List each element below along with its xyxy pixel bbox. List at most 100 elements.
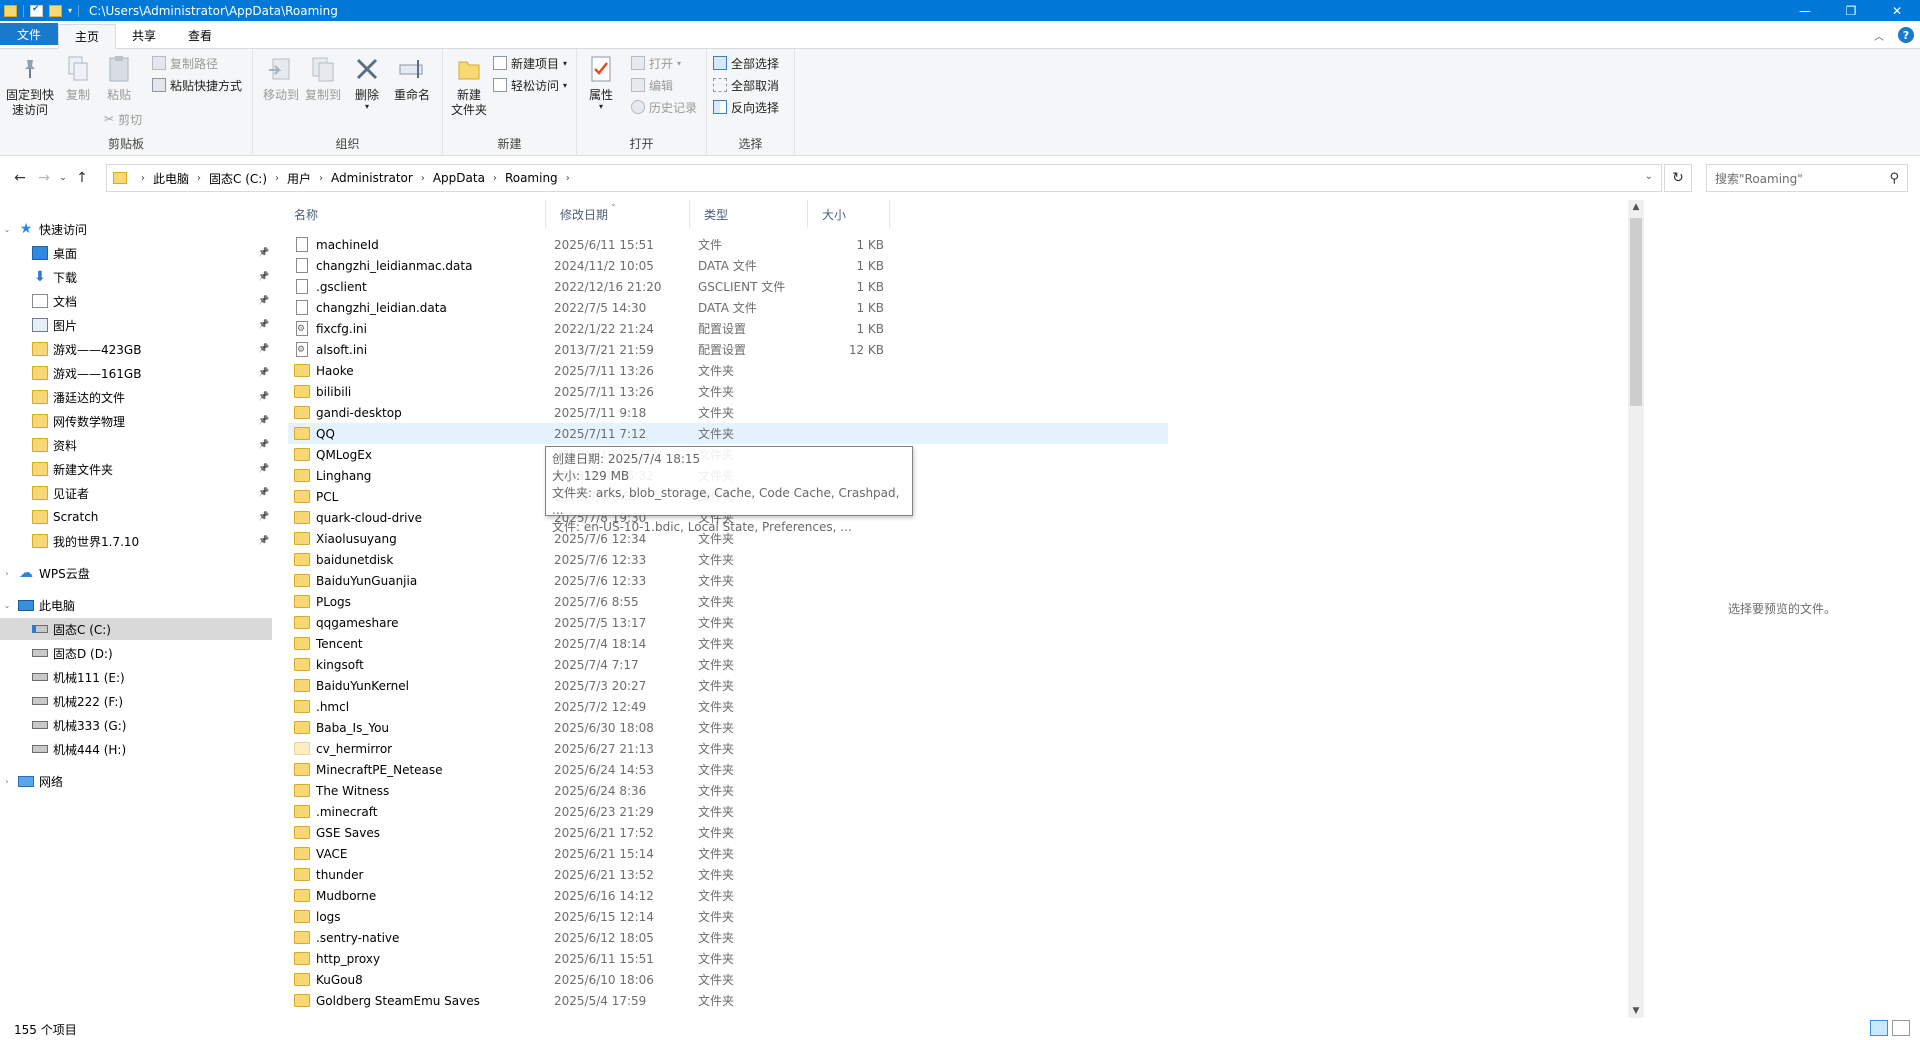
scrollbar-thumb[interactable] [1630, 218, 1642, 406]
tab-view[interactable]: 查看 [172, 23, 228, 48]
paste-button[interactable]: 粘贴 [103, 53, 135, 103]
file-row[interactable]: kingsoft 2025/7/4 7:17 文件夹 [288, 654, 1168, 675]
pin-quick-access-button[interactable]: 固定到快 速访问 [6, 53, 54, 118]
sidebar-item-pinned[interactable]: ⬇ 下载 📌 [0, 266, 272, 288]
breadcrumb-item[interactable]: Roaming [505, 171, 558, 185]
copy-button[interactable]: 复制 [62, 53, 94, 103]
back-arrow-icon[interactable]: ← [8, 170, 32, 186]
paste-shortcut-button[interactable]: 粘贴快捷方式 [152, 75, 242, 95]
file-row[interactable]: changzhi_leidian.data 2022/7/5 14:30 DATA … [288, 297, 1168, 318]
maximize-button[interactable]: ❐ [1828, 0, 1874, 21]
cut-button[interactable]: ✂ 剪切 [104, 109, 142, 129]
file-row[interactable]: Mudborne 2025/6/16 14:12 文件夹 [288, 885, 1168, 906]
sidebar-item-pinned[interactable]: 图片 📌 [0, 314, 272, 336]
chevron-right-icon[interactable]: › [141, 173, 145, 184]
file-row[interactable]: logs 2025/6/15 12:14 文件夹 [288, 906, 1168, 927]
sidebar-item-pinned[interactable]: 桌面 📌 [0, 242, 272, 264]
tab-file[interactable]: 文件 [0, 23, 59, 45]
file-row[interactable]: bilibili 2025/7/11 13:26 文件夹 [288, 381, 1168, 402]
rename-button[interactable]: 重命名 [392, 53, 432, 103]
chevron-right-icon[interactable]: › [566, 173, 570, 184]
file-row[interactable]: QQ 2025/7/11 7:12 文件夹 [288, 423, 1168, 444]
sidebar-item-drive[interactable]: 机械111 (E:) [0, 666, 272, 688]
breadcrumb-item[interactable]: Administrator [331, 171, 413, 185]
file-row[interactable]: Tencent 2025/7/4 18:14 文件夹 [288, 633, 1168, 654]
file-row[interactable]: MinecraftPE_Netease 2025/6/24 14:53 文件夹 [288, 759, 1168, 780]
sidebar-item-pinned[interactable]: 文档 📌 [0, 290, 272, 312]
file-row[interactable]: qqgameshare 2025/7/5 13:17 文件夹 [288, 612, 1168, 633]
delete-dropdown-icon[interactable]: ▾ [365, 103, 369, 111]
breadcrumb-item[interactable]: 此电脑 [153, 170, 189, 187]
chevron-right-icon[interactable]: › [275, 173, 279, 184]
tab-home[interactable]: 主页 [58, 24, 117, 49]
easy-access-button[interactable]: 轻松访问 ▾ [493, 75, 567, 95]
recent-locations-chevron-icon[interactable]: ⌄ [56, 173, 70, 183]
file-row[interactable]: KuGou8 2025/6/10 18:06 文件夹 [288, 969, 1168, 990]
file-row[interactable]: thunder 2025/6/21 13:52 文件夹 [288, 864, 1168, 885]
file-row[interactable]: BaiduYunGuanjia 2025/7/6 12:33 文件夹 [288, 570, 1168, 591]
chevron-right-icon[interactable]: › [197, 173, 201, 184]
sidebar-item-pinned[interactable]: 我的世界1.7.10 📌 [0, 530, 272, 552]
column-header-type[interactable]: 类型 [690, 200, 808, 228]
large-icons-view-icon[interactable] [1892, 1020, 1910, 1036]
file-row[interactable]: VACE 2025/6/21 15:14 文件夹 [288, 843, 1168, 864]
file-row[interactable]: cv_hermirror 2025/6/27 21:13 文件夹 [288, 738, 1168, 759]
details-view-icon[interactable] [1870, 1020, 1888, 1036]
file-row[interactable]: PLogs 2025/7/6 8:55 文件夹 [288, 591, 1168, 612]
sidebar-item-drive[interactable]: 固态C (C:) [0, 618, 272, 640]
collapse-ribbon-icon[interactable]: ︿ [1874, 28, 1884, 43]
minimize-button[interactable]: — [1782, 0, 1828, 21]
file-row[interactable]: changzhi_leidianmac.data 2024/11/2 10:05 D… [288, 255, 1168, 276]
file-row[interactable]: alsoft.ini 2013/7/21 21:59 配置设置 12 KB [288, 339, 1168, 360]
sidebar-item-pinned[interactable]: Scratch 📌 [0, 506, 272, 528]
delete-button[interactable]: 删除 ▾ [351, 53, 383, 111]
chevron-right-icon[interactable]: › [319, 173, 323, 184]
properties-dropdown-icon[interactable]: ▾ [599, 103, 603, 111]
expand-chevron-icon[interactable]: › [0, 777, 14, 786]
file-row[interactable]: Goldberg SteamEmu Saves 2025/5/4 17:59 文件夹 [288, 990, 1168, 1011]
breadcrumb-item[interactable]: 用户 [287, 170, 311, 187]
scroll-up-icon[interactable]: ▲ [1628, 202, 1644, 212]
address-bar[interactable]: › 此电脑 › 固态C (C:) › 用户 › Administrator › … [106, 164, 1662, 192]
sidebar-item-network[interactable]: › 网络 [0, 770, 272, 792]
refresh-button[interactable]: ↻ [1664, 164, 1692, 192]
sidebar-item-drive[interactable]: 机械444 (H:) [0, 738, 272, 760]
invert-selection-button[interactable]: 反向选择 [713, 97, 779, 117]
file-row[interactable]: .sentry-native 2025/6/12 18:05 文件夹 [288, 927, 1168, 948]
file-row[interactable]: baidunetdisk 2025/7/6 12:33 文件夹 [288, 549, 1168, 570]
close-button[interactable]: ✕ [1874, 0, 1920, 21]
sidebar-item-quick-access[interactable]: ⌄ ★ 快速访问 [0, 218, 272, 240]
new-item-button[interactable]: 新建项目 ▾ [493, 53, 567, 73]
file-row[interactable]: BaiduYunKernel 2025/7/3 20:27 文件夹 [288, 675, 1168, 696]
open-button[interactable]: 打开 ▾ [631, 53, 681, 73]
file-row[interactable]: gandi-desktop 2025/7/11 9:18 文件夹 [288, 402, 1168, 423]
select-none-button[interactable]: 全部取消 [713, 75, 779, 95]
breadcrumb-item[interactable]: 固态C (C:) [209, 170, 267, 187]
file-row[interactable]: Haoke 2025/7/11 13:26 文件夹 [288, 360, 1168, 381]
sidebar-item-drive[interactable]: 机械222 (F:) [0, 690, 272, 712]
customize-toolbar-dropdown-icon[interactable]: ▾ [68, 6, 72, 15]
sidebar-item-pinned[interactable]: 游戏——423GB 📌 [0, 338, 272, 360]
tab-share[interactable]: 共享 [116, 23, 172, 48]
move-to-button[interactable]: 移动到 [261, 53, 301, 103]
collapse-chevron-icon[interactable]: ⌄ [0, 225, 14, 234]
sidebar-item-this-pc[interactable]: ⌄ 此电脑 [0, 594, 272, 616]
expand-chevron-icon[interactable]: › [0, 569, 14, 578]
new-folder-quick-icon[interactable] [49, 4, 62, 17]
up-arrow-icon[interactable]: ↑ [70, 170, 94, 186]
copy-to-button[interactable]: 复制到 [303, 53, 343, 103]
sidebar-item-pinned[interactable]: 见证者 📌 [0, 482, 272, 504]
sidebar-item-wps-cloud[interactable]: › ☁ WPS云盘 [0, 562, 272, 584]
properties-quick-icon[interactable] [30, 4, 43, 17]
copy-path-button[interactable]: 复制路径 [152, 53, 218, 73]
select-all-button[interactable]: 全部选择 [713, 53, 779, 73]
file-row[interactable]: .gsclient 2022/12/16 21:20 GSCLIENT 文件 1 KB [288, 276, 1168, 297]
file-row[interactable]: .minecraft 2025/6/23 21:29 文件夹 [288, 801, 1168, 822]
history-button[interactable]: 历史记录 [631, 97, 697, 117]
chevron-right-icon[interactable]: › [493, 173, 497, 184]
new-folder-button[interactable]: 新建 文件夹 [447, 53, 491, 118]
sidebar-item-pinned[interactable]: 新建文件夹 📌 [0, 458, 272, 480]
file-row[interactable]: .hmcl 2025/7/2 12:49 文件夹 [288, 696, 1168, 717]
edit-button[interactable]: 编辑 [631, 75, 673, 95]
sidebar-item-pinned[interactable]: 潘廷达的文件 📌 [0, 386, 272, 408]
